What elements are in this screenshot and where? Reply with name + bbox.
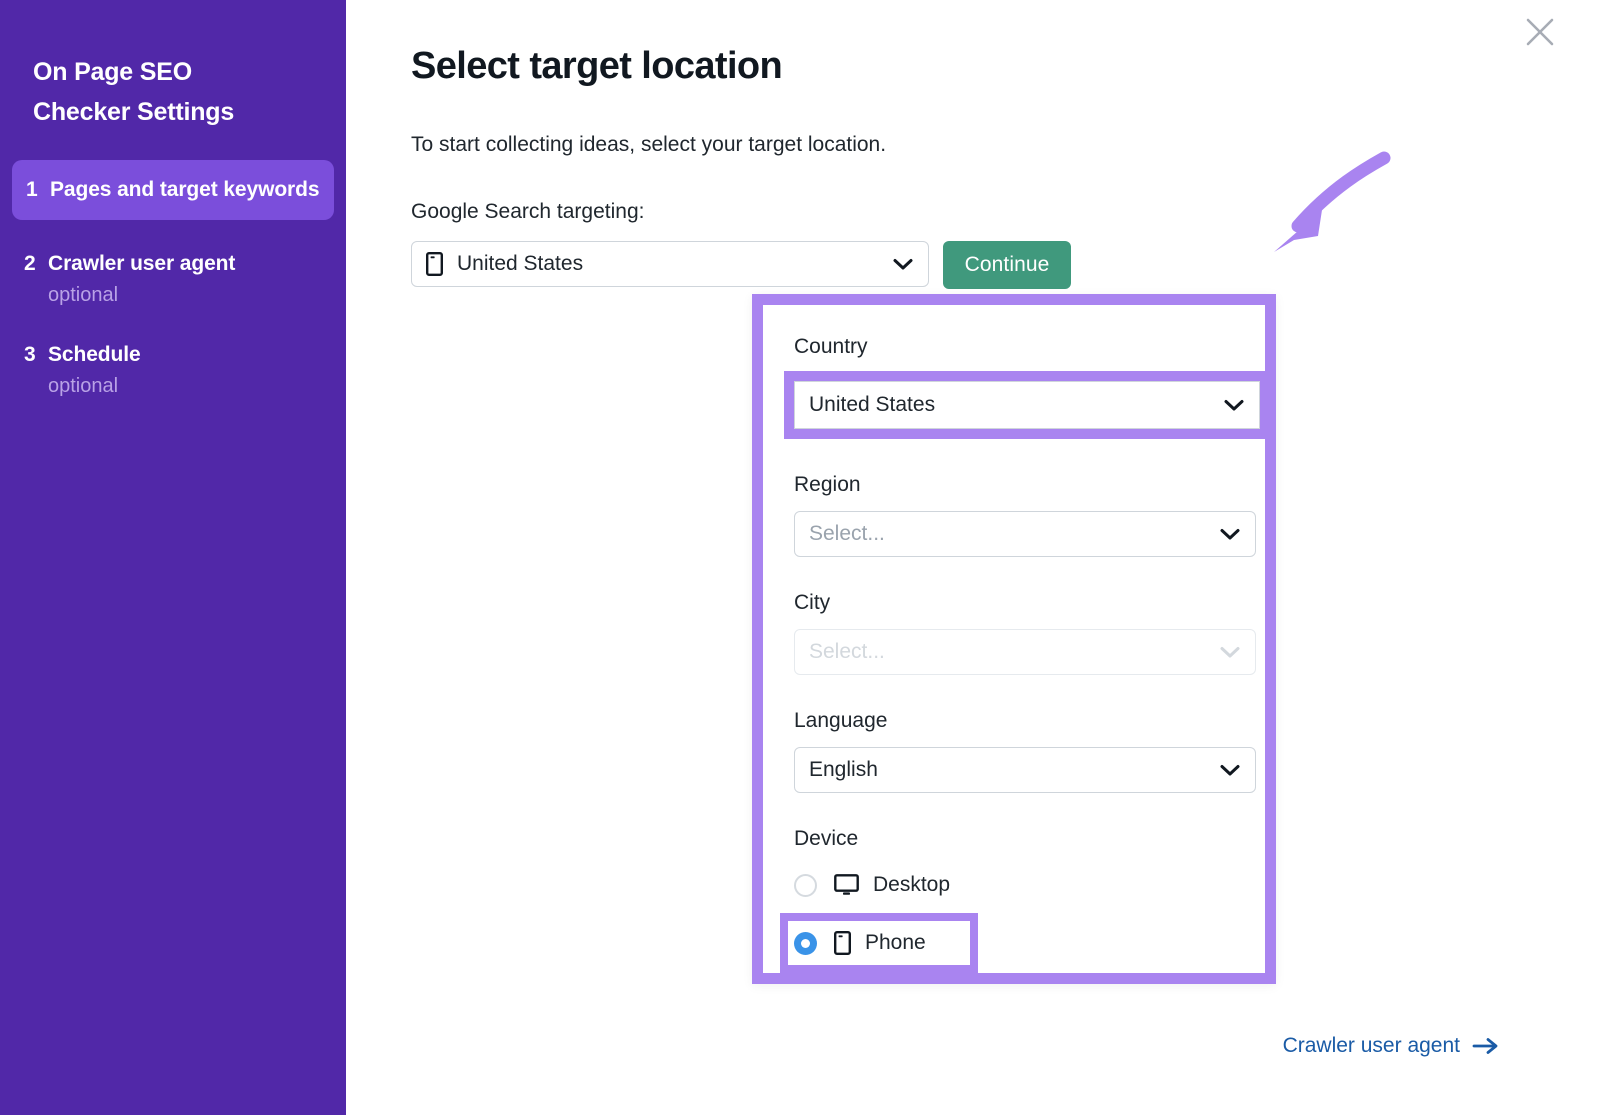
region-select-value: Select... <box>809 522 1219 546</box>
step-number: 1 <box>20 174 50 206</box>
sidebar-title-line-2: Checker Settings <box>33 92 303 132</box>
sidebar-item-pages-and-target-keywords[interactable]: 1 Pages and target keywords <box>12 160 334 220</box>
step-spacer <box>0 220 346 234</box>
step-optional-label: optional <box>48 280 328 311</box>
page-title: Select target location <box>411 45 782 88</box>
device-option-label: Phone <box>865 931 926 955</box>
chevron-down-icon <box>1219 763 1241 777</box>
arrow-right-icon <box>1472 1037 1500 1055</box>
device-label: Device <box>794 827 1234 851</box>
radio-phone[interactable] <box>794 932 817 955</box>
language-label: Language <box>794 709 1234 733</box>
close-icon[interactable] <box>1518 10 1562 54</box>
targeting-label: Google Search targeting: <box>411 200 644 224</box>
language-select[interactable]: English <box>794 747 1256 793</box>
sidebar-step-list: 1 Pages and target keywords 2 Crawler us… <box>0 160 346 416</box>
chevron-down-icon <box>892 257 914 271</box>
country-select[interactable]: United States <box>794 381 1260 429</box>
targeting-select-value: United States <box>457 252 892 276</box>
step-number: 3 <box>18 339 48 371</box>
step-number: 2 <box>18 248 48 280</box>
continue-button[interactable]: Continue <box>943 241 1071 289</box>
country-highlight-box: United States <box>784 371 1270 439</box>
next-step-link[interactable]: Crawler user agent <box>1283 1034 1500 1058</box>
language-select-value: English <box>809 758 1219 782</box>
page-subtitle: To start collecting ideas, select your t… <box>411 133 886 157</box>
city-select[interactable]: Select... <box>794 629 1256 675</box>
phone-icon <box>426 252 443 276</box>
city-select-value: Select... <box>809 640 1219 664</box>
device-option-label: Desktop <box>873 873 950 897</box>
step-label: Crawler user agent <box>48 248 328 280</box>
radio-desktop[interactable] <box>794 874 817 897</box>
target-location-dropdown-panel: Country United States Region Select... <box>752 294 1276 984</box>
country-select-value: United States <box>809 393 1223 417</box>
country-label: Country <box>794 335 1234 359</box>
phone-icon <box>834 931 851 955</box>
city-label: City <box>794 591 1234 615</box>
settings-sidebar: On Page SEO Checker Settings 1 Pages and… <box>0 0 346 1115</box>
chevron-down-icon <box>1219 645 1241 659</box>
sidebar-item-schedule[interactable]: 3 Schedule optional <box>0 325 346 416</box>
device-option-phone[interactable]: Phone <box>780 913 978 973</box>
monitor-icon <box>834 874 859 897</box>
region-label: Region <box>794 473 1234 497</box>
step-label: Schedule <box>48 339 328 371</box>
sidebar-item-crawler-user-agent[interactable]: 2 Crawler user agent optional <box>0 234 346 325</box>
annotation-arrow-icon <box>1236 140 1406 270</box>
region-select[interactable]: Select... <box>794 511 1256 557</box>
next-step-link-label: Crawler user agent <box>1283 1034 1460 1058</box>
sidebar-title: On Page SEO Checker Settings <box>33 52 303 132</box>
chevron-down-icon <box>1223 398 1245 412</box>
main-panel: Select target location To start collecti… <box>346 0 1600 1115</box>
sidebar-title-line-1: On Page SEO <box>33 52 303 92</box>
step-label: Pages and target keywords <box>50 174 326 206</box>
step-optional-label: optional <box>48 371 328 402</box>
targeting-select[interactable]: United States <box>411 241 929 287</box>
chevron-down-icon <box>1219 527 1241 541</box>
device-option-desktop[interactable]: Desktop <box>794 865 1234 905</box>
